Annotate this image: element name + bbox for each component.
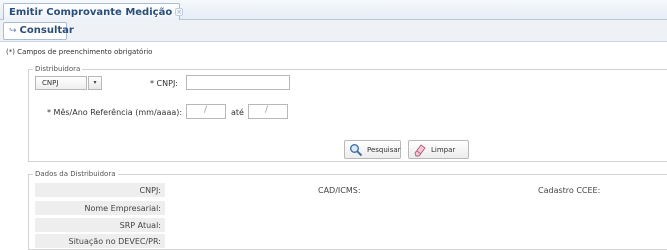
pesquisar-button[interactable]: Pesquisar bbox=[344, 140, 401, 159]
cnpj-label: * CNPJ: bbox=[150, 79, 178, 88]
limpar-label: Limpar bbox=[431, 146, 456, 154]
sub-toolbar: ↪ Consultar bbox=[0, 20, 667, 42]
return-arrow-icon: ↪ bbox=[9, 26, 17, 36]
consultar-button[interactable]: ↪ Consultar bbox=[3, 22, 74, 40]
tab-label: Emitir Comprovante Medição bbox=[9, 7, 173, 18]
tab-emitir-comprovante[interactable]: Emitir Comprovante Medição × bbox=[3, 3, 184, 20]
limpar-button[interactable]: Limpar bbox=[408, 140, 469, 159]
required-fields-note: (*) Campos de preenchimento obrigatório bbox=[6, 48, 153, 56]
distribuidora-legend: Distribuidora bbox=[35, 65, 81, 73]
close-icon[interactable]: × bbox=[175, 8, 184, 16]
tipo-documento-select[interactable]: CNPJ bbox=[35, 76, 87, 90]
date-separator: / bbox=[265, 105, 269, 115]
date-separator: / bbox=[204, 105, 208, 115]
mes-ano-label: * Mês/Ano Referência (mm/aaaa): bbox=[47, 108, 183, 117]
pesquisar-label: Pesquisar bbox=[367, 146, 401, 154]
cnpj-info-label: CNPJ: bbox=[35, 183, 165, 197]
chevron-down-icon[interactable]: ▾ bbox=[88, 76, 102, 90]
dados-legend: Dados da Distribuidora bbox=[35, 170, 116, 178]
consultar-label: Consultar bbox=[19, 25, 74, 36]
search-icon bbox=[350, 144, 363, 157]
eraser-icon bbox=[414, 144, 426, 157]
cad-icms-label: CAD/ICMS: bbox=[318, 186, 361, 195]
ate-label: até bbox=[231, 108, 244, 117]
tab-bar: Emitir Comprovante Medição × bbox=[0, 0, 667, 20]
srp-atual-label: SRP Atual: bbox=[35, 218, 165, 232]
situacao-devec-label: Situação no DEVEC/PR: bbox=[35, 234, 165, 248]
cadastro-ccee-label: Cadastro CCEE: bbox=[538, 186, 601, 195]
cnpj-input[interactable] bbox=[186, 75, 290, 90]
nome-empresarial-label: Nome Empresarial: bbox=[35, 201, 165, 215]
